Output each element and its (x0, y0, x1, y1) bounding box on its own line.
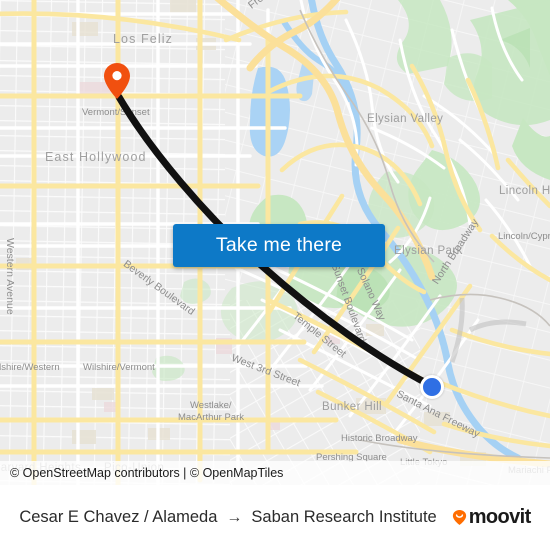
moovit-mark-icon (452, 510, 466, 525)
take-me-there-label: Take me there (215, 234, 343, 256)
destination-dot-icon[interactable] (420, 375, 444, 399)
take-me-there-button[interactable]: Take me there (173, 224, 385, 267)
moovit-logo[interactable]: moovit (451, 506, 531, 529)
map-pin-icon[interactable] (104, 63, 130, 99)
map-canvas[interactable]: FreewayLos FelizVermont/SunsetElysian Va… (0, 0, 550, 485)
moovit-wordmark: moovit (468, 506, 532, 528)
trip-footer: Cesar E Chavez / Alameda → Saban Researc… (0, 485, 550, 550)
origin-station-label: Cesar E Chavez / Alameda (19, 508, 218, 526)
map-attribution: © OpenStreetMap contributors | © OpenMap… (0, 461, 550, 485)
moovit-trip-map-screen: FreewayLos FelizVermont/SunsetElysian Va… (0, 0, 550, 550)
destination-station-label: Saban Research Institute (251, 508, 437, 526)
attribution-text[interactable]: © OpenStreetMap contributors | © OpenMap… (0, 466, 283, 480)
arrow-right-icon: → (226, 508, 243, 526)
